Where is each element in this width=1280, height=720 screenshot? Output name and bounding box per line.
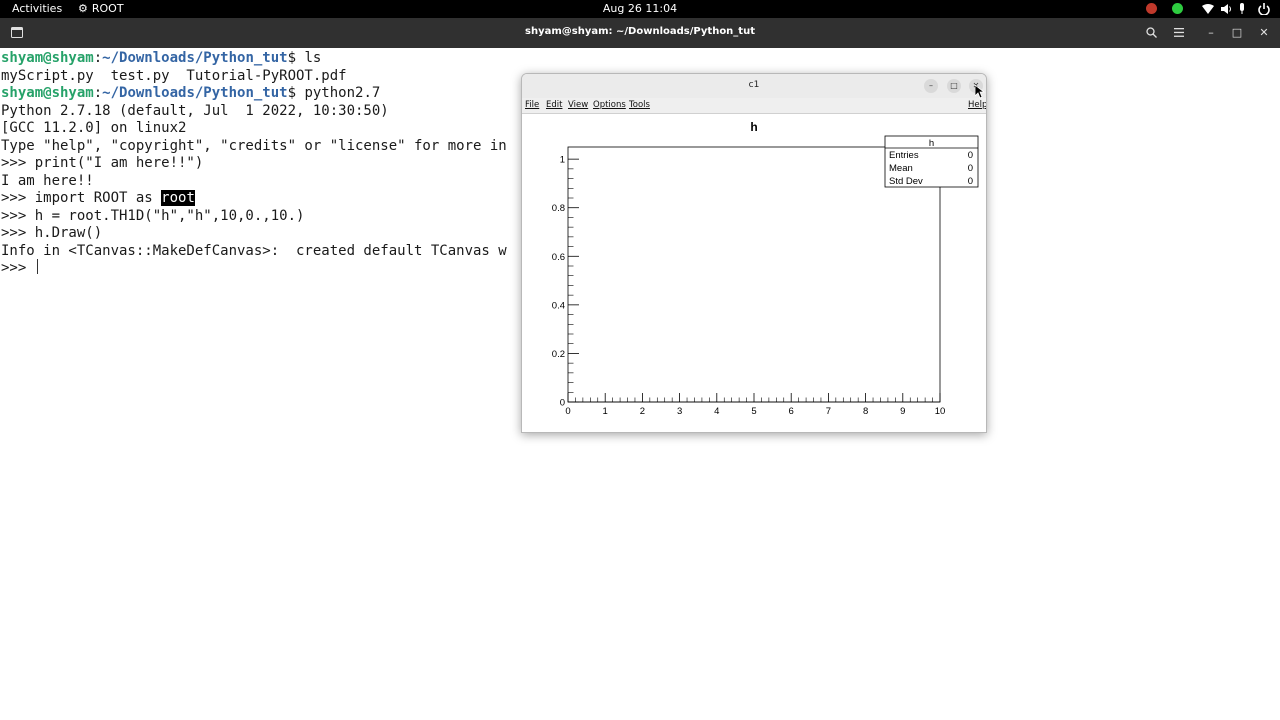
histogram-plot[interactable]: h 0 1 2 3 4 5 6 7 8 9 10 0 0.2 0.4 0.6 0.8 1 h Entries …: [522, 115, 986, 433]
maximize-icon: □: [1231, 26, 1243, 39]
y-axis: 0 0.2 0.4 0.6 0.8 1: [552, 155, 579, 409]
terminal-title: shyam@shyam: ~/Downloads/Python_tut: [525, 26, 755, 37]
terminal-line: Info in <TCanvas::MakeDefCanvas>: create…: [1, 242, 507, 259]
search-icon: [1145, 27, 1157, 38]
y-tick-label: 1: [560, 155, 565, 166]
volume-icon[interactable]: [1220, 3, 1232, 15]
y-tick-label: 0.6: [552, 252, 565, 263]
x-tick-label: 6: [789, 406, 794, 417]
mouse-pointer-icon: [975, 85, 985, 99]
histogram-title: h: [750, 120, 757, 134]
menu-view[interactable]: View: [568, 100, 588, 110]
x-tick-label: 4: [714, 406, 719, 417]
y-tick-label: 0: [560, 398, 565, 409]
microphone-icon[interactable]: [1238, 3, 1246, 15]
stats-label-mean: Mean: [889, 163, 913, 174]
x-tick-label: 3: [677, 406, 682, 417]
stats-value-stddev: 0: [968, 176, 973, 187]
x-tick-label: 5: [751, 406, 756, 417]
prompt-sep: :: [93, 50, 103, 66]
root-canvas-window[interactable]: c1 – □ ✕ File Edit View Options Tools He…: [521, 73, 987, 433]
prompt-user: shyam@shyam: [1, 50, 94, 66]
stats-value-entries: 0: [968, 150, 973, 161]
x-tick-label: 1: [603, 406, 608, 417]
maximize-icon: □: [950, 81, 958, 90]
canvas-maximize-button[interactable]: □: [947, 79, 961, 93]
prompt-sep: :: [93, 85, 103, 101]
stats-label-stddev: Std Dev: [889, 176, 923, 187]
plot-frame: [567, 146, 941, 403]
hamburger-menu-button[interactable]: [1168, 23, 1190, 43]
update-indicator-icon[interactable]: [1172, 3, 1183, 14]
prompt-text: >>>: [1, 260, 35, 276]
terminal-line: >>> h = root.TH1D("h","h",10,0.,10.): [1, 207, 305, 224]
close-button[interactable]: ✕: [1253, 23, 1275, 43]
minimize-icon: –: [1208, 26, 1214, 39]
hamburger-icon: [1174, 28, 1184, 37]
stats-title: h: [929, 138, 934, 149]
gnome-top-bar: Activities ⚙ ROOT Aug 26 11:04: [0, 0, 1280, 18]
canvas-window-title: c1: [748, 80, 760, 90]
record-indicator-icon[interactable]: [1146, 3, 1157, 14]
clock[interactable]: Aug 26 11:04: [0, 2, 1280, 16]
stats-box[interactable]: h Entries 0 Mean 0 Std Dev 0: [884, 135, 979, 188]
stats-label-entries: Entries: [889, 150, 919, 161]
terminal-line: shyam@shyam:~/Downloads/Python_tut$ ls: [1, 49, 321, 67]
x-tick-label: 0: [565, 406, 570, 417]
canvas-titlebar[interactable]: c1 – □ ✕: [522, 74, 986, 98]
terminal-line: myScript.py test.py Tutorial-PyROOT.pdf: [1, 67, 347, 84]
selected-text[interactable]: root: [161, 190, 195, 206]
terminal-line: >>> print("I am here!!"): [1, 155, 204, 171]
terminal-header-bar: shyam@shyam: ~/Downloads/Python_tut – □ …: [0, 18, 1280, 48]
canvas-menubar: File Edit View Options Tools Help: [522, 98, 986, 114]
x-tick-label: 10: [935, 406, 946, 417]
menu-help[interactable]: Help: [968, 100, 986, 110]
line-text: >>> import ROOT as: [1, 190, 162, 206]
maximize-button[interactable]: □: [1226, 23, 1248, 43]
y-tick-label: 0.4: [552, 300, 565, 311]
terminal-line: Type "help", "copyright", "credits" or "…: [1, 137, 507, 154]
menu-file[interactable]: File: [525, 100, 539, 110]
prompt-user: shyam@shyam: [1, 85, 94, 101]
terminal-line: Python 2.7.18 (default, Jul 1 2022, 10:3…: [1, 102, 389, 119]
text-cursor: [36, 259, 38, 274]
x-tick-label: 2: [640, 406, 645, 417]
menu-options[interactable]: Options: [593, 100, 626, 110]
x-tick-label: 7: [826, 406, 831, 417]
terminal-prompt-line[interactable]: >>>: [1, 259, 38, 277]
minimize-icon: –: [929, 81, 933, 90]
y-tick-label: 0.8: [552, 203, 565, 214]
prompt-cmd: $ python2.7: [287, 85, 381, 101]
x-tick-label: 8: [863, 406, 868, 417]
wifi-icon[interactable]: [1201, 3, 1215, 15]
x-axis: 0 1 2 3 4 5 6 7 8 9 10: [565, 393, 945, 417]
prompt-path: ~/Downloads/Python_tut: [102, 50, 288, 66]
terminal-line: [GCC 11.2.0] on linux2: [1, 120, 187, 136]
terminal-line: >>> h.Draw(): [1, 225, 103, 241]
menu-tools[interactable]: Tools: [629, 100, 650, 110]
terminal-line: >>> import ROOT as root: [1, 189, 195, 207]
prompt-cmd: $ ls: [287, 50, 322, 66]
stats-value-mean: 0: [968, 163, 973, 174]
power-icon[interactable]: [1257, 3, 1271, 15]
terminal-line: I am here!!: [1, 172, 94, 189]
canvas-minimize-button[interactable]: –: [924, 79, 938, 93]
menu-edit[interactable]: Edit: [546, 100, 562, 110]
terminal-line: shyam@shyam:~/Downloads/Python_tut$ pyth…: [1, 84, 380, 102]
minimize-button[interactable]: –: [1200, 23, 1222, 43]
prompt-path: ~/Downloads/Python_tut: [102, 85, 288, 101]
close-icon: ✕: [1259, 26, 1269, 39]
x-tick-label: 9: [900, 406, 905, 417]
y-tick-label: 0.2: [552, 349, 565, 360]
search-button[interactable]: [1140, 23, 1162, 43]
